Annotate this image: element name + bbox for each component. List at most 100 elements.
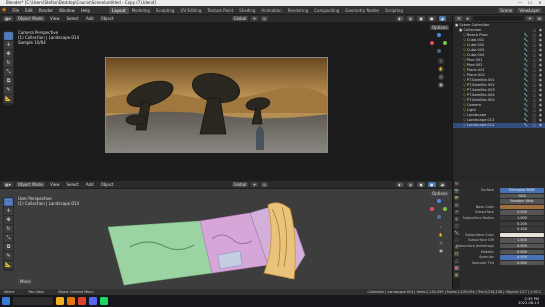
grid-view-icon[interactable]: ▦ xyxy=(438,248,444,254)
options-button[interactable]: Options xyxy=(430,25,450,30)
property-field[interactable]: 0.000 xyxy=(500,210,544,215)
shading-solid-icon[interactable]: ● xyxy=(428,16,436,21)
property-field[interactable]: GGX xyxy=(500,193,544,199)
cursor-tool-icon[interactable]: ✛ xyxy=(4,41,13,49)
tab-compositing[interactable]: Compositing xyxy=(311,7,342,14)
zoom-icon[interactable]: ⌕ xyxy=(438,58,444,64)
select-box-tool-icon[interactable]: ⬚ xyxy=(4,198,13,206)
view-layer-tab-icon[interactable]: ▤ xyxy=(453,202,460,208)
select-box-tool-icon[interactable]: ⬚ xyxy=(4,32,13,40)
snap-icon[interactable]: ⌖ xyxy=(251,182,258,187)
overlays-icon[interactable]: ◍ xyxy=(406,16,415,21)
render-tab-icon[interactable]: 📷 xyxy=(453,188,460,194)
cursor-tool-icon[interactable]: ✛ xyxy=(4,207,13,215)
editor-type-button[interactable]: ▦▾ xyxy=(3,16,13,21)
particles-tab-icon[interactable]: ∴ xyxy=(453,237,460,243)
object-tab-icon[interactable]: ▢ xyxy=(453,223,460,229)
material-tab-icon[interactable]: ● xyxy=(453,265,460,271)
navigation-gizmo[interactable] xyxy=(430,33,448,55)
outliner-editor-icon[interactable]: ☰ xyxy=(455,16,463,21)
gizmo-x-axis[interactable] xyxy=(430,41,434,45)
bottom-viewport[interactable]: ▦▾ Object Mode View Select Add Object Gl… xyxy=(0,181,452,289)
move-tool-icon[interactable]: ✥ xyxy=(4,50,13,58)
top-viewport[interactable]: ▦▾ Object Mode View Select Add Object Gl… xyxy=(0,15,452,180)
menu-object[interactable]: Object xyxy=(99,182,116,187)
menu-help[interactable]: Help xyxy=(78,8,93,13)
property-field[interactable]: 0.500 xyxy=(500,255,544,260)
xray-icon[interactable]: ▣ xyxy=(417,16,425,21)
eye-icon[interactable]: ◉ xyxy=(539,123,542,128)
property-field[interactable] xyxy=(500,204,544,210)
music-app-icon[interactable] xyxy=(99,297,108,305)
gizmo-y-axis[interactable] xyxy=(443,41,447,45)
tab-scripting[interactable]: Scripting xyxy=(382,7,406,14)
property-field[interactable]: 0.000 xyxy=(500,260,544,266)
filter-icon[interactable]: ⏷ xyxy=(526,16,534,21)
display-mode-icon[interactable]: ▾ xyxy=(464,16,471,21)
chat-app-icon[interactable] xyxy=(88,297,97,305)
tab-geometry-nodes[interactable]: Geometry Nodes xyxy=(342,7,382,14)
new-collection-icon[interactable]: ⊞ xyxy=(535,16,543,21)
constraints-tab-icon[interactable]: ⛓ xyxy=(453,251,460,257)
property-field[interactable]: 0.200 xyxy=(500,221,544,227)
output-tab-icon[interactable]: 🖶 xyxy=(453,195,460,201)
tab-layout[interactable]: Layout xyxy=(108,6,129,14)
gizmo-z-axis[interactable] xyxy=(437,33,441,37)
gizmo-y-axis[interactable] xyxy=(443,207,447,211)
editor-type-button[interactable]: ▦▾ xyxy=(3,182,13,187)
pan-hand-icon[interactable]: ✋ xyxy=(438,232,444,238)
tab-sculpting[interactable]: Sculpting xyxy=(153,7,178,14)
rotate-tool-icon[interactable]: ↻ xyxy=(4,59,13,67)
menu-object[interactable]: Object xyxy=(99,16,116,21)
menu-add[interactable]: Add xyxy=(84,16,96,21)
snap-icon[interactable]: ⌖ xyxy=(251,16,258,21)
menu-add[interactable]: Add xyxy=(84,182,96,187)
gizmo-neg-z-axis[interactable] xyxy=(437,49,441,53)
gizmo-neg-z-axis[interactable] xyxy=(437,215,441,219)
transform-tool-icon[interactable]: ⧉ xyxy=(4,243,13,251)
menu-view[interactable]: View xyxy=(48,16,62,21)
modifier-tab-icon[interactable]: 🔧 xyxy=(453,230,460,236)
tab-uv-editing[interactable]: UV Editing xyxy=(177,7,204,14)
scene-landscape-objects[interactable] xyxy=(100,199,340,289)
visibility-icon[interactable]: ◐ xyxy=(396,16,404,21)
tab-modeling[interactable]: Modeling xyxy=(129,7,153,14)
menu-file[interactable]: File xyxy=(9,8,22,13)
options-button[interactable]: Options xyxy=(430,191,450,196)
proportional-edit-icon[interactable]: ◎ xyxy=(260,182,269,187)
start-menu-icon[interactable] xyxy=(1,297,10,305)
mode-selector[interactable]: Object Mode xyxy=(15,182,45,187)
menu-render[interactable]: Render xyxy=(36,8,56,13)
xray-icon[interactable]: ▣ xyxy=(417,182,425,187)
property-field[interactable]: 0.000 xyxy=(500,243,544,249)
scene-tab-icon[interactable]: ◔ xyxy=(453,209,460,215)
menu-edit[interactable]: Edit xyxy=(22,8,36,13)
property-field[interactable] xyxy=(500,232,544,238)
orientation-selector[interactable]: Global xyxy=(231,182,249,187)
texture-tab-icon[interactable]: ▦ xyxy=(453,272,460,278)
tab-texture-paint[interactable]: Texture Paint xyxy=(204,7,236,14)
modifier-icon[interactable]: 🔧 xyxy=(524,123,528,128)
tab-shading[interactable]: Shading xyxy=(236,7,258,14)
blender-logo-icon[interactable]: ◉ xyxy=(2,7,6,13)
pan-hand-icon[interactable]: ✋ xyxy=(438,66,444,72)
gizmo-z-axis[interactable] xyxy=(437,199,441,203)
annotate-tool-icon[interactable]: ✎ xyxy=(4,86,13,94)
shading-rendered-icon[interactable]: ◕ xyxy=(438,182,446,187)
zoom-icon[interactable]: ⌕ xyxy=(438,224,444,230)
data-tab-icon[interactable]: △ xyxy=(453,258,460,264)
property-field[interactable]: Random Walk xyxy=(500,199,544,204)
property-field[interactable]: 0.000 xyxy=(500,249,544,255)
taskbar-clock[interactable]: 2:39 PM 2022-08-13 xyxy=(518,297,539,306)
menu-window[interactable]: Window xyxy=(56,8,78,13)
outliner-search-input[interactable] xyxy=(472,16,525,21)
property-field[interactable]: 1.000 xyxy=(500,215,544,221)
proportional-edit-icon[interactable]: ◎ xyxy=(260,16,269,21)
view-layer-selector[interactable]: ViewLayer xyxy=(517,7,542,13)
visibility-icon[interactable]: ◐ xyxy=(396,182,404,187)
blender-taskbar-icon[interactable] xyxy=(66,297,75,305)
move-tool-icon[interactable]: ✥ xyxy=(4,216,13,224)
browser-icon[interactable] xyxy=(77,297,86,305)
navigation-gizmo[interactable] xyxy=(430,199,448,221)
menu-select[interactable]: Select xyxy=(65,182,81,187)
